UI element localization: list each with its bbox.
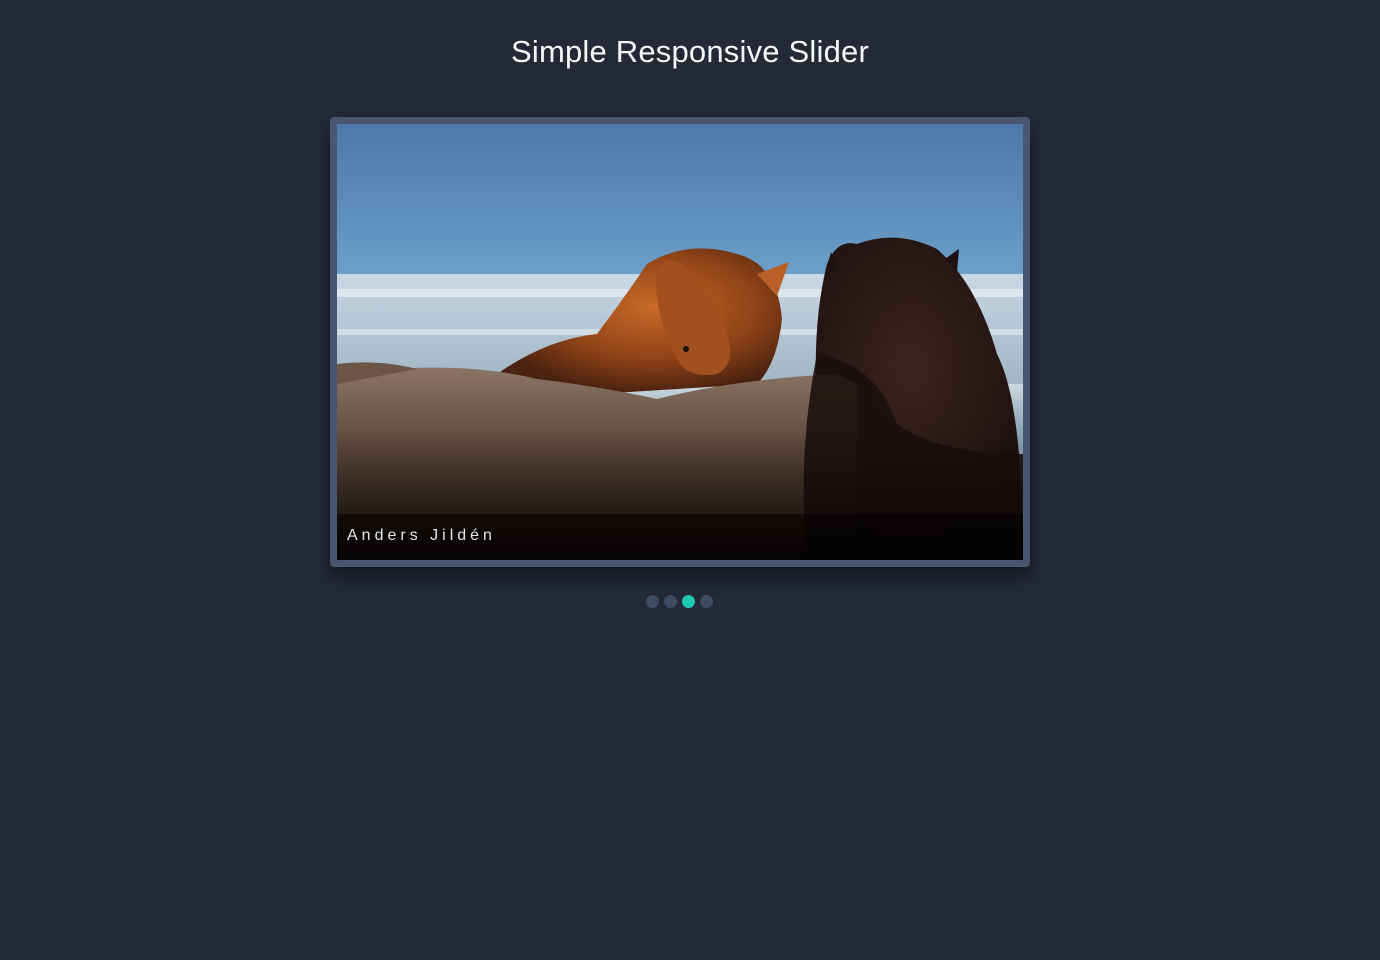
slide-image-horses[interactable]: Anders Jildén — [337, 124, 1023, 560]
slide-dot-1[interactable] — [646, 595, 659, 608]
slide-indicators — [646, 595, 736, 609]
slider-frame: Anders Jildén — [330, 117, 1030, 567]
slide-caption: Anders Jildén — [347, 527, 496, 544]
page-title: Simple Responsive Slider — [510, 34, 869, 69]
slide-dot-3[interactable] — [682, 595, 695, 608]
horses-photo — [337, 124, 1023, 560]
slide-dot-4[interactable] — [700, 595, 713, 608]
slide-dot-2[interactable] — [664, 595, 677, 608]
caption-bar: Anders Jildén — [337, 514, 1023, 560]
